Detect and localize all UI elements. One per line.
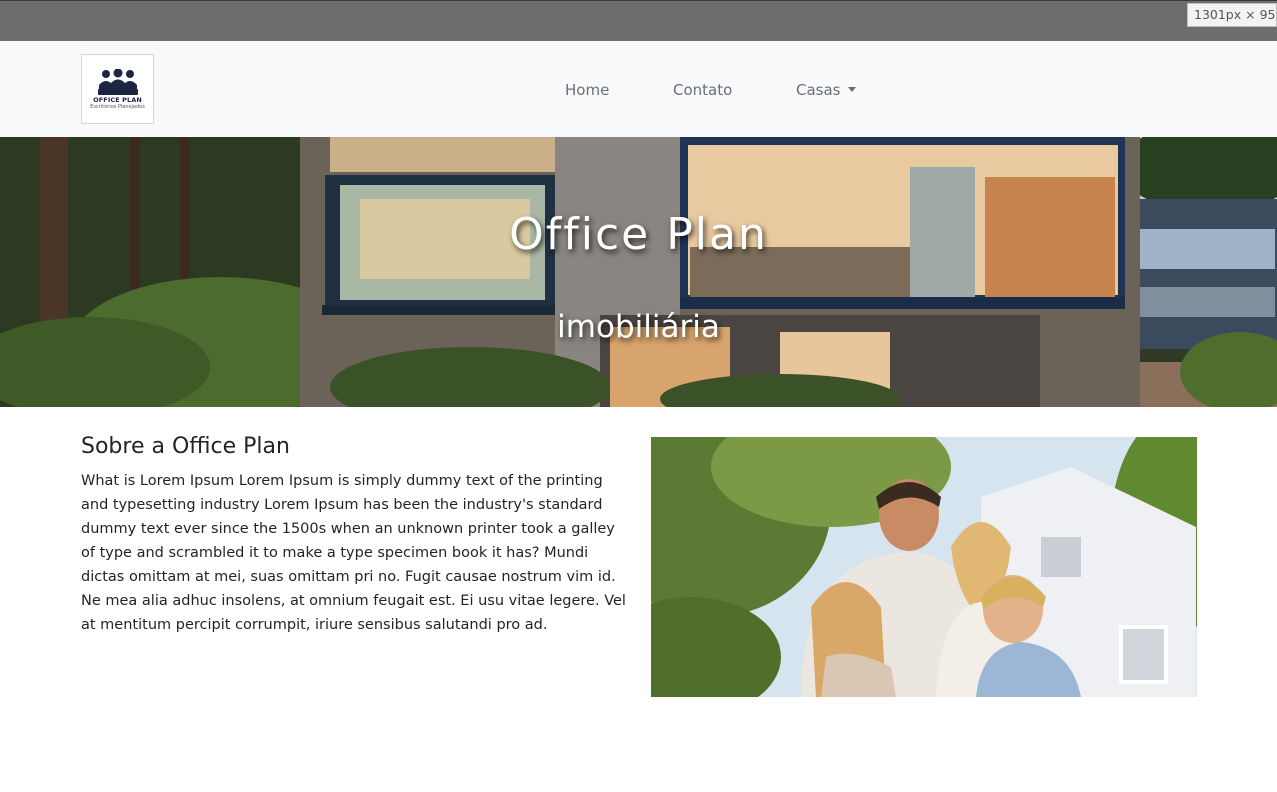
nav-contato-link[interactable]: Contato xyxy=(673,81,732,99)
hero-house-image xyxy=(0,137,1277,407)
viewport-dimensions-badge: 1301px × 953 xyxy=(1187,3,1277,27)
family-house-image xyxy=(651,437,1197,697)
devtools-bar: 1301px × 953 xyxy=(0,0,1277,41)
nav-home-link[interactable]: Home xyxy=(565,81,609,99)
about-heading: Sobre a Office Plan xyxy=(81,434,290,459)
hero-banner: Office Plan imobiliária xyxy=(0,137,1277,407)
nav-casas-dropdown[interactable]: Casas xyxy=(796,81,856,99)
family-photo xyxy=(651,437,1197,697)
hero-title: Office Plan xyxy=(509,209,768,260)
caret-down-icon xyxy=(847,87,856,92)
logo-tagline: Escritórios Planejados xyxy=(90,104,145,110)
about-paragraph: What is Lorem Ipsum Lorem Ipsum is simpl… xyxy=(81,473,626,633)
nav-casas-label: Casas xyxy=(796,81,841,99)
logo[interactable]: OFFICE PLAN Escritórios Planejados xyxy=(81,54,154,124)
navbar: OFFICE PLAN Escritórios Planejados Home … xyxy=(0,41,1277,137)
logo-title: OFFICE PLAN xyxy=(93,96,142,104)
office-plan-logo-icon xyxy=(98,69,138,95)
hero-subtitle: imobiliária xyxy=(557,309,720,345)
